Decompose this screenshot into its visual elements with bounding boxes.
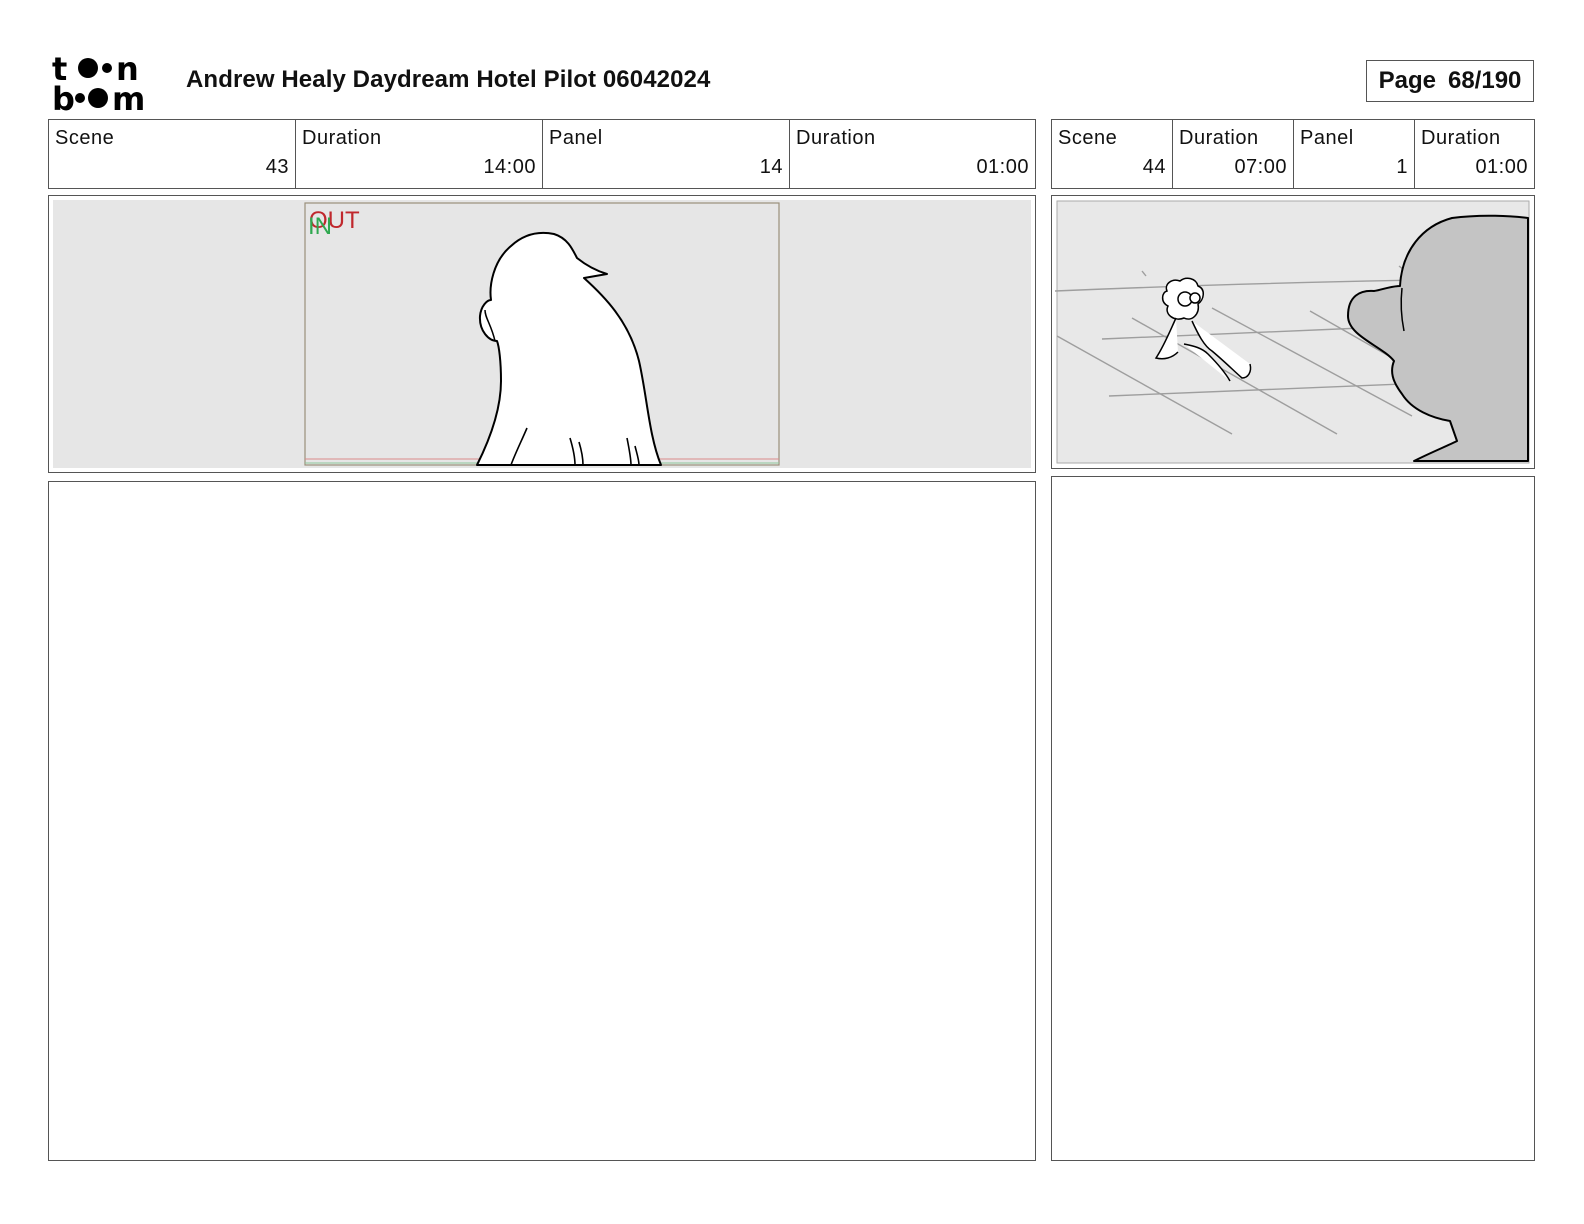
panel-duration-cell: Duration 01:00: [1415, 120, 1534, 188]
page-number: 68/190: [1447, 67, 1522, 94]
scene-duration-label: Duration: [1179, 127, 1259, 149]
left-notes-area[interactable]: [48, 481, 1036, 1161]
right-info-table: Scene 44 Duration 07:00 Panel 1 Duration…: [1051, 119, 1535, 189]
scene-number: 43: [265, 156, 289, 178]
scene-duration-cell: Duration 14:00: [296, 120, 543, 188]
scene-cell: Scene 43: [49, 120, 296, 188]
scene-cell: Scene 44: [1052, 120, 1173, 188]
page-indicator: Page 68/190: [1366, 60, 1534, 102]
scene-duration-value: 14:00: [483, 156, 536, 178]
svg-text:m: m: [112, 80, 145, 112]
document-title: Andrew Healy Daydream Hotel Pilot 060420…: [186, 66, 711, 93]
panel-cell: Panel 14: [543, 120, 790, 188]
right-notes-area[interactable]: [1051, 476, 1535, 1161]
panel-number: 1: [1396, 156, 1408, 178]
scene-label: Scene: [55, 127, 115, 149]
left-panel-image: OUT IN: [48, 195, 1036, 473]
panel-cell: Panel 1: [1294, 120, 1415, 188]
scene-duration-value: 07:00: [1234, 156, 1287, 178]
panel-label: Panel: [1300, 127, 1354, 149]
panel-duration-cell: Duration 01:00: [790, 120, 1035, 188]
svg-text:b: b: [52, 80, 75, 112]
panel-label: Panel: [549, 127, 603, 149]
panel-duration-label: Duration: [796, 127, 876, 149]
scene-duration-cell: Duration 07:00: [1173, 120, 1294, 188]
panel-number: 14: [759, 156, 783, 178]
right-panel-image: [1051, 195, 1535, 469]
scene-duration-label: Duration: [302, 127, 382, 149]
scene-number: 44: [1142, 156, 1166, 178]
scene-label: Scene: [1058, 127, 1118, 149]
in-marker: IN: [308, 213, 332, 240]
panel-duration-value: 01:00: [1475, 156, 1528, 178]
panel-duration-value: 01:00: [976, 156, 1029, 178]
toon-boom-logo: t n b m: [52, 50, 164, 118]
left-info-table: Scene 43 Duration 14:00 Panel 14 Duratio…: [48, 119, 1036, 189]
panel-duration-label: Duration: [1421, 127, 1501, 149]
page-label: Page: [1378, 67, 1436, 94]
